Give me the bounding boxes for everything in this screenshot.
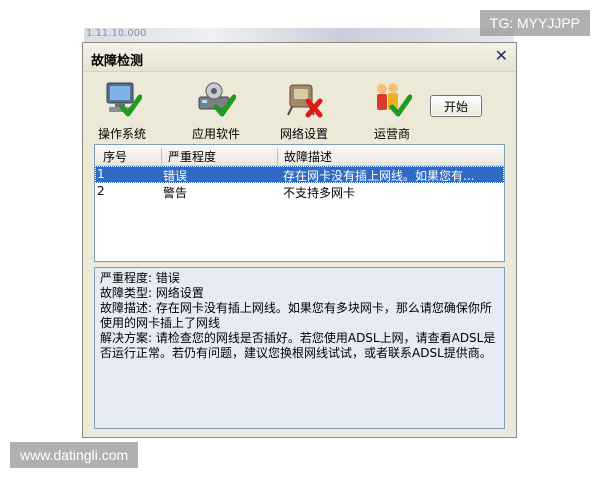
- window-title: 故障检测: [91, 54, 144, 69]
- watermark-telegram: TG: MYYJJPP: [479, 10, 590, 36]
- toolbar-software-label: 应用软件: [191, 127, 240, 141]
- row-description: 存在网卡没有插上网线。如果您有...: [283, 169, 475, 183]
- isp-check-icon: [377, 83, 412, 117]
- table-row[interactable]: 1 错误 存在网卡没有插上网线。如果您有...: [95, 166, 504, 183]
- toolbar-os-button[interactable]: 操作系统: [87, 81, 157, 142]
- row-id: 2: [97, 184, 105, 198]
- row-severity: 警告: [163, 186, 188, 200]
- software-check-icon: [198, 82, 236, 117]
- row-id: 1: [97, 167, 105, 181]
- fault-detail-panel[interactable]: 严重程度: 错误 故障类型: 网络设置 故障描述: 存在网卡没有插上网线。如果您…: [94, 267, 505, 429]
- column-header-severity[interactable]: 严重程度: [161, 148, 216, 165]
- row-description: 不支持多网卡: [283, 186, 356, 200]
- computer-check-icon: [106, 82, 142, 117]
- network-error-icon: [287, 84, 323, 118]
- list-header: 序号 严重程度 故障描述: [95, 145, 504, 166]
- toolbar-isp-label: 运营商: [373, 127, 410, 141]
- detail-type: 故障类型: 网络设置: [100, 286, 204, 300]
- toolbar-network-label: 网络设置: [279, 127, 328, 141]
- background-window-strip: [84, 28, 514, 42]
- title-bar: 故障检测 ✕: [83, 43, 516, 72]
- close-icon[interactable]: ✕: [495, 47, 508, 65]
- start-button[interactable]: 开始: [430, 95, 482, 117]
- detail-severity: 严重程度: 错误: [100, 271, 180, 285]
- row-severity: 错误: [163, 169, 188, 183]
- toolbar-os-label: 操作系统: [97, 127, 146, 141]
- fault-list[interactable]: 序号 严重程度 故障描述 1 错误 存在网卡没有插上网线。如果您有... 2 警…: [94, 144, 505, 262]
- toolbar-isp-button[interactable]: 运营商: [357, 81, 427, 142]
- column-header-id[interactable]: 序号: [103, 148, 127, 165]
- fault-detection-window: 故障检测 ✕ 操作系统 应用软件 网络设置 运营商 开始 序号 严重程度 故障描…: [82, 42, 517, 438]
- table-row[interactable]: 2 警告 不支持多网卡: [95, 183, 504, 200]
- toolbar-network-button[interactable]: 网络设置: [269, 81, 339, 142]
- background-window-text: 1.11.10.000: [86, 28, 147, 39]
- detail-solution: 解决方案: 请检查您的网线是否插好。若您使用ADSL上网，请查看ADSL是否运行…: [100, 331, 496, 360]
- detail-description: 故障描述: 存在网卡没有插上网线。如果您有多块网卡，那么请您确保你所使用的网卡插…: [100, 301, 492, 330]
- watermark-url: www.datingli.com: [10, 442, 139, 468]
- toolbar-software-button[interactable]: 应用软件: [181, 81, 251, 142]
- column-header-description[interactable]: 故障描述: [277, 148, 332, 165]
